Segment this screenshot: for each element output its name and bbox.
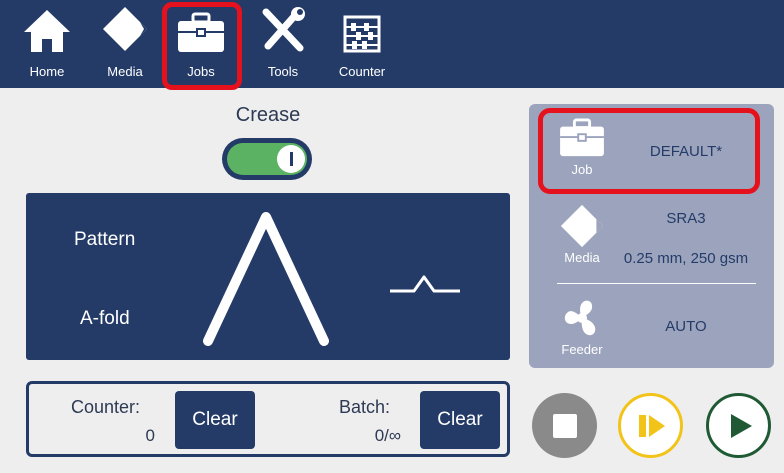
- job-selector[interactable]: Job: [556, 118, 608, 177]
- toggle-knob: [277, 145, 305, 173]
- a-fold-diagram-icon: [203, 212, 329, 346]
- counter-clear-button[interactable]: Clear: [175, 391, 255, 449]
- nav-counter-label: Counter: [338, 64, 386, 79]
- job-label: Job: [571, 162, 593, 177]
- pattern-panel[interactable]: Pattern A-fold: [26, 193, 510, 360]
- media-name: SRA3: [666, 210, 706, 227]
- nav-counter[interactable]: Counter: [332, 4, 392, 86]
- batch-clear-button[interactable]: Clear: [420, 391, 500, 449]
- feeder-selector[interactable]: Feeder: [556, 296, 608, 357]
- job-value: DEFAULT*: [649, 143, 723, 160]
- step-play-icon: [638, 414, 665, 437]
- briefcase-icon: [560, 118, 604, 157]
- batch-value: 0/∞: [374, 426, 401, 445]
- top-nav-bar: Home Media Jobs Tools Counter: [0, 0, 784, 88]
- tools-icon: [253, 4, 313, 54]
- crease-profile-icon: [390, 275, 460, 293]
- nav-tools-label: Tools: [267, 64, 299, 79]
- play-icon: [730, 413, 752, 438]
- pattern-value: A-fold: [80, 308, 130, 329]
- crease-label: Crease: [235, 104, 301, 126]
- batch-label: Batch:: [339, 397, 391, 417]
- play-button[interactable]: [706, 393, 771, 458]
- media-label: Media: [564, 250, 600, 265]
- nav-media-label: Media: [107, 64, 143, 79]
- media-icon: [95, 4, 155, 54]
- media-icon: [560, 204, 604, 248]
- media-spec: 0.25 mm, 250 gsm: [623, 250, 749, 267]
- pattern-label: Pattern: [74, 229, 136, 250]
- fan-icon: [564, 300, 596, 336]
- status-divider: [557, 283, 756, 284]
- counter-value: 0: [145, 426, 155, 445]
- nav-jobs[interactable]: Jobs: [170, 4, 232, 86]
- nav-jobs-label: Jobs: [187, 64, 215, 79]
- feeder-label: Feeder: [561, 342, 603, 357]
- counter-panel: Counter: 0 Clear Batch: 0/∞ Clear: [26, 381, 510, 457]
- stop-icon: [552, 413, 577, 438]
- counter-label: Counter:: [71, 397, 141, 417]
- stop-button[interactable]: [532, 393, 597, 458]
- briefcase-icon: [171, 4, 231, 54]
- nav-home-label: Home: [29, 64, 65, 79]
- feeder-value: AUTO: [665, 318, 707, 335]
- nav-tools[interactable]: Tools: [258, 4, 308, 86]
- media-selector[interactable]: Media: [556, 202, 608, 265]
- nav-home[interactable]: Home: [22, 4, 72, 86]
- crease-toggle[interactable]: [222, 138, 312, 180]
- nav-media[interactable]: Media: [98, 4, 152, 86]
- home-icon: [17, 4, 77, 54]
- abacus-icon: [332, 4, 392, 54]
- step-play-button[interactable]: [618, 393, 683, 458]
